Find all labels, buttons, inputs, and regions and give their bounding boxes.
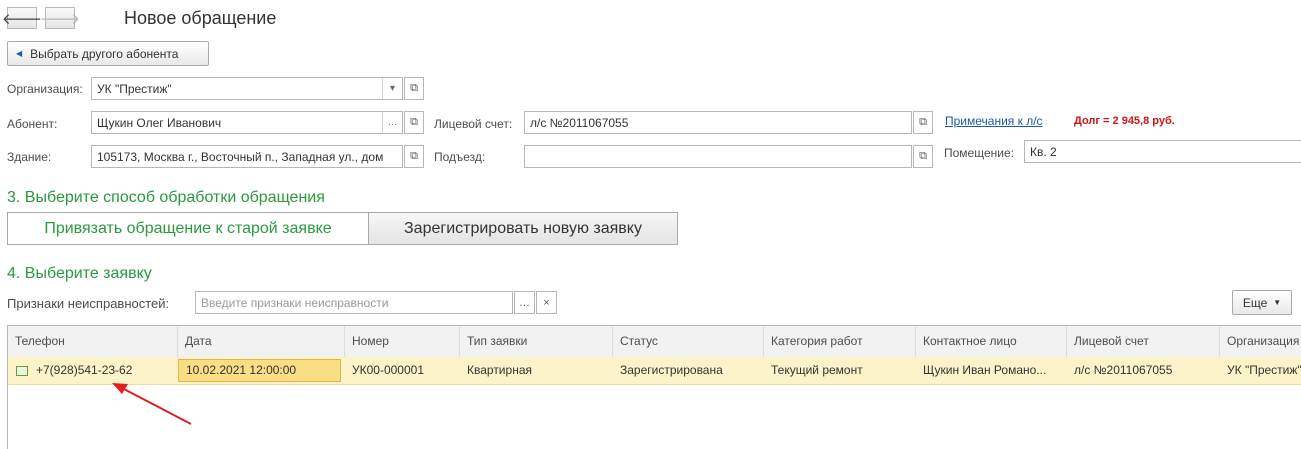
cell-contact: Щукин Иван Романо... [923,363,1047,377]
subscriber-label: Абонент: [7,117,58,131]
open-window-icon: ⧉ [410,116,418,128]
premises-label: Помещение: [944,146,1014,160]
cell-type: Квартирная [467,363,532,377]
column-header-number[interactable]: Номер [345,326,460,357]
cell-account: л/с №2011067055 [1074,363,1173,377]
column-header-phone[interactable]: Телефон [8,326,178,357]
fault-signs-label: Признаки неисправностей: [7,296,170,311]
cell-phone: +7(928)541-23-62 [8,357,178,384]
document-icon [16,365,28,376]
organization-open-button[interactable]: ⧉ [404,77,424,100]
cell-category: Текущий ремонт [771,363,863,377]
open-window-icon: ⧉ [919,116,927,128]
building-label: Здание: [7,150,52,164]
subscriber-field[interactable]: Щукин Олег Иванович … [91,111,403,134]
link-to-old-request-button[interactable]: Привязать обращение к старой заявке [7,212,369,245]
premises-value: Кв. 2 [1030,144,1057,159]
requests-table: Телефон Дата Номер Тип заявки Статус Кат… [7,325,1301,449]
open-window-icon: ⧉ [410,150,418,162]
account-value: л/с №2011067055 [530,115,629,130]
debt-amount: Долг = 2 945,8 руб. [1074,115,1175,127]
fault-signs-placeholder: Введите признаки неисправности [201,295,389,310]
table-row[interactable]: +7(928)541-23-62 10.02.2021 12:00:00 УК0… [8,357,1301,385]
ellipsis-icon[interactable]: … [382,112,402,133]
column-header-status[interactable]: Статус [613,326,764,357]
organization-field[interactable]: УК "Престиж" ▾ [91,77,403,100]
account-open-button[interactable]: ⧉ [913,111,933,134]
table-header: Телефон Дата Номер Тип заявки Статус Кат… [8,326,1301,358]
building-open-button[interactable]: ⧉ [404,145,424,168]
select-other-subscriber-button[interactable]: ◀ Выбрать другого абонента [7,41,209,66]
entrance-field[interactable] [524,145,912,168]
entrance-label: Подъезд: [434,150,486,164]
account-notes-link[interactable]: Примечания к л/с [945,114,1043,128]
cell-status: Зарегистрирована [620,363,723,377]
cell-date[interactable]: 10.02.2021 12:00:00 [178,359,341,382]
premises-field[interactable]: Кв. 2 [1024,140,1301,163]
ellipsis-icon: … [519,296,530,309]
close-icon: × [543,296,550,309]
column-header-date[interactable]: Дата [178,326,345,357]
triangle-left-icon: ◀ [16,49,23,58]
cell-organization: УК "Престиж" [1227,363,1301,377]
building-field[interactable]: 105173, Москва г., Восточный п., Западна… [91,145,403,168]
back-button[interactable]: 🡐 [2,7,42,29]
fault-signs-select-button[interactable]: … [514,291,535,314]
step4-title: 4. Выберите заявку [7,265,152,282]
open-window-icon: ⧉ [919,150,927,162]
chevron-down-icon: ▼ [1273,298,1282,307]
open-window-icon: ⧉ [410,82,418,94]
cell-number: УК00-000001 [352,363,424,377]
arrow-left-icon: 🡐 [1,10,43,28]
dropdown-arrow-icon[interactable]: ▾ [382,78,402,99]
register-new-request-button[interactable]: Зарегистрировать новую заявку [368,212,678,245]
forward-button[interactable]: 🡒 [40,7,80,29]
column-header-category[interactable]: Категория работ [764,326,916,357]
fault-signs-clear-button[interactable]: × [536,291,557,314]
subscriber-value: Щукин Олег Иванович [97,115,222,130]
organization-value: УК "Престиж" [97,81,172,96]
column-header-account[interactable]: Лицевой счет [1067,326,1220,357]
building-value: 105173, Москва г., Восточный п., Западна… [97,149,384,164]
arrow-right-icon: 🡒 [39,10,81,28]
subscriber-open-button[interactable]: ⧉ [404,111,424,134]
entrance-open-button[interactable]: ⧉ [913,145,933,168]
column-header-type[interactable]: Тип заявки [460,326,613,357]
account-field[interactable]: л/с №2011067055 [524,111,912,134]
step3-title: 3. Выберите способ обработки обращения [7,189,325,206]
fault-signs-input[interactable]: Введите признаки неисправности [195,291,513,314]
page-title: Новое обращение [124,8,277,28]
organization-label: Организация: [7,82,83,96]
column-header-contact[interactable]: Контактное лицо [916,326,1067,357]
more-button[interactable]: Еще ▼ [1232,290,1292,315]
account-label: Лицевой счет: [434,117,513,131]
column-header-organization[interactable]: Организация [1220,326,1301,357]
